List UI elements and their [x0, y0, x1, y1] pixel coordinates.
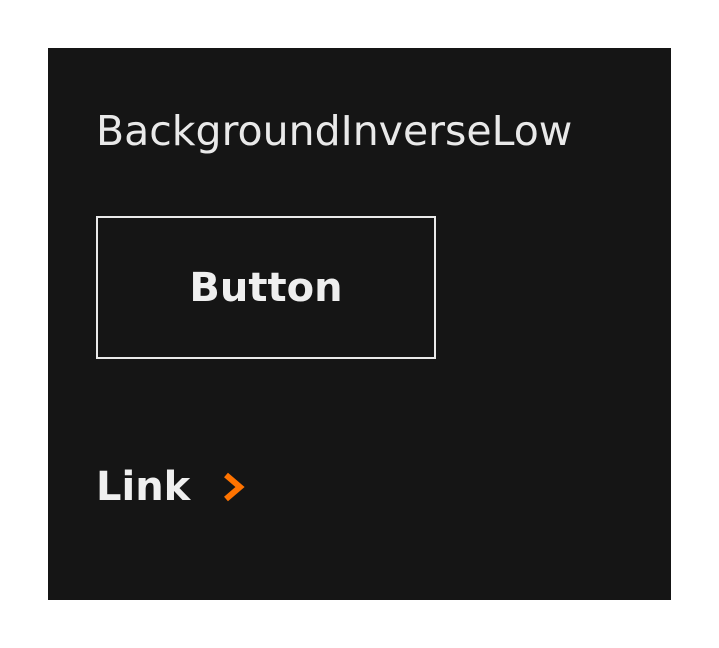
link[interactable]: Link — [96, 457, 248, 517]
panel-title: BackgroundInverseLow — [96, 107, 573, 155]
outline-button[interactable]: Button — [96, 216, 436, 359]
chevron-right-icon — [220, 467, 248, 507]
inverse-background-panel: BackgroundInverseLow Button Link — [48, 48, 671, 600]
link-label: Link — [96, 464, 191, 510]
